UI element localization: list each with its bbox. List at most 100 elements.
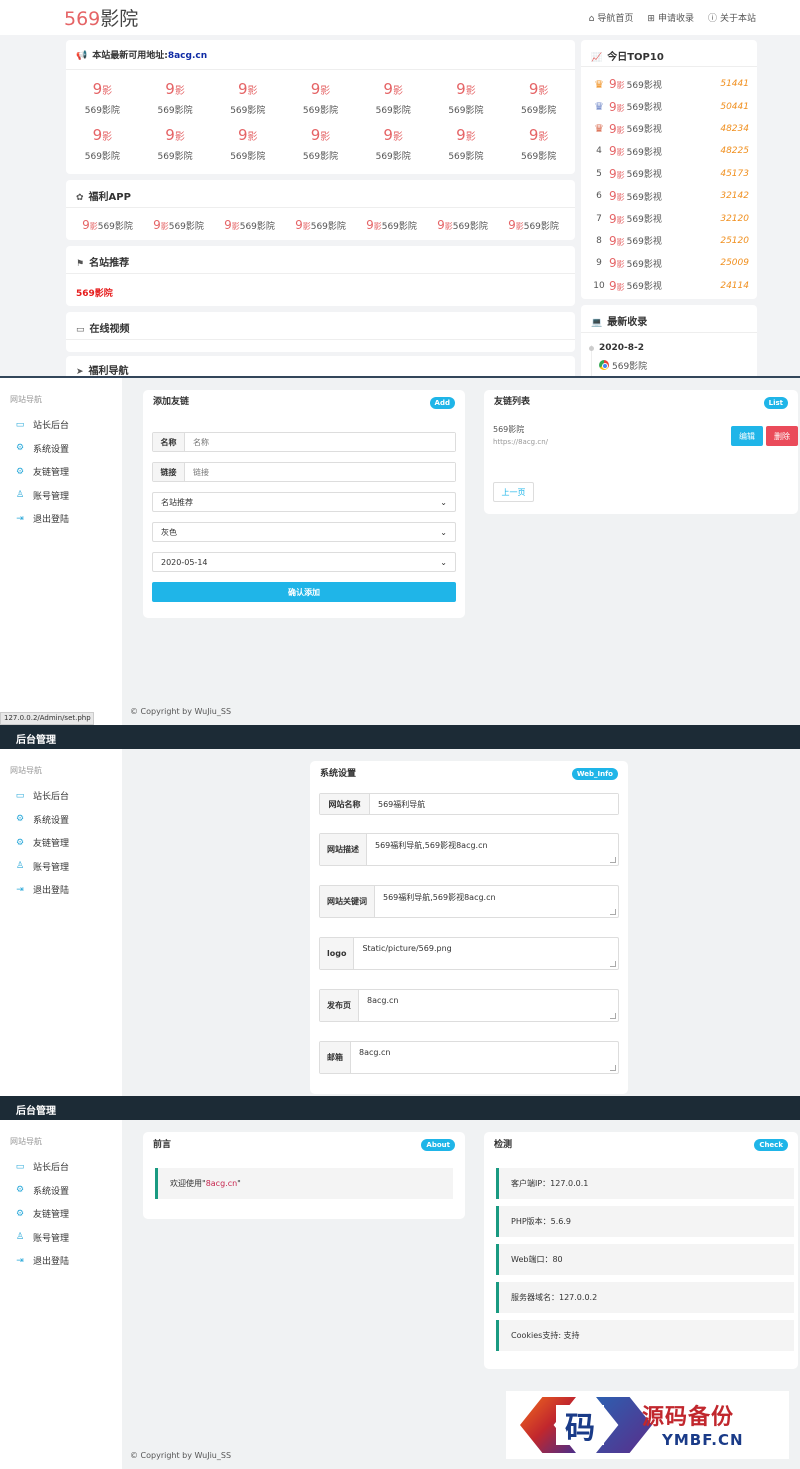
top10-row[interactable]: ♛ 9影 569影视 48234 <box>589 118 749 140</box>
logo-icon-char: 影 <box>89 222 98 231</box>
top10-row[interactable]: 7 9影 569影视 32120 <box>589 207 749 229</box>
sidebar-item-3[interactable]: ♙ 账号管理 <box>0 1226 122 1250</box>
top10-row[interactable]: 9 9影 569影视 25009 <box>589 252 749 274</box>
site-grid-label: 569影院 <box>448 152 484 162</box>
fuli-app-item[interactable]: 9影569影院 <box>295 218 346 232</box>
fuli-app-item[interactable]: 9影569影院 <box>366 218 417 232</box>
top10-row[interactable]: 8 9影 569影视 25120 <box>589 230 749 252</box>
site-logo-icon: 9影 <box>430 126 503 147</box>
sidebar-item-2[interactable]: ⚙ 友链管理 <box>0 831 122 855</box>
sidebar-item-label: 站长后台 <box>33 792 70 803</box>
desc-textarea[interactable]: 569福利导航,569影视8acg.cn <box>367 834 618 865</box>
logo-icon-num: 9 <box>366 218 374 232</box>
top10-row[interactable]: 6 9影 569影视 32142 <box>589 185 749 207</box>
name-input[interactable] <box>185 433 455 451</box>
category-select[interactable]: 名站推荐 ⌄ <box>152 492 456 512</box>
famous-link[interactable]: 569影院 <box>66 274 575 311</box>
top10-rank: 5 <box>596 168 602 179</box>
color-select[interactable]: 灰色 ⌄ <box>152 522 456 542</box>
user-icon: ♙ <box>15 861 25 872</box>
site-grid-label: 569影院 <box>230 152 266 162</box>
sidebar-item-label: 系统设置 <box>33 444 70 455</box>
site-grid-card: 📢 本站最新可用地址:8acg.cn 9影 569影院 9影 569影院 9影 569影院 9… <box>66 40 575 174</box>
sidebar-item-2[interactable]: ⚙ 友链管理 <box>0 460 122 484</box>
site-grid-item[interactable]: 9影 569影院 <box>66 74 139 120</box>
sidebar-item-1[interactable]: ⚙ 系统设置 <box>0 437 122 461</box>
add-link-panel: 添加友链Add 名称 链接 名站推荐⌄ 灰色⌄ 2020-05-14⌄ 确认添加 <box>143 390 465 618</box>
top10-rank: 7 <box>596 213 602 224</box>
top10-count: 24114 <box>720 280 749 291</box>
fuli-app-item[interactable]: 9影569影院 <box>224 218 275 232</box>
site-grid-item[interactable]: 9影 569影院 <box>502 120 575 166</box>
top10-row[interactable]: 4 9影 569影视 48225 <box>589 140 749 162</box>
top10-row[interactable]: ♛ 9影 569影视 51441 <box>589 73 749 95</box>
top10-row[interactable]: 10 9影 569影视 24114 <box>589 275 749 297</box>
site-grid-item[interactable]: 9影 569影院 <box>357 120 430 166</box>
sidebar-item-3[interactable]: ♙ 账号管理 <box>0 855 122 879</box>
site-name-input[interactable] <box>370 794 618 814</box>
site-logo-icon: 9影 <box>502 80 575 101</box>
site-grid-item[interactable]: 9影 569影院 <box>139 74 212 120</box>
notice-link[interactable]: 8acg.cn <box>168 51 207 61</box>
logo-icon-char: 影 <box>538 132 549 143</box>
site-grid-label: 569影院 <box>521 152 557 162</box>
date-select[interactable]: 2020-05-14 ⌄ <box>152 552 456 572</box>
fuli-app-label: 569影院 <box>239 222 275 232</box>
fuli-app-item[interactable]: 9影569影院 <box>508 218 559 232</box>
keywords-textarea[interactable]: 569福利导航,569影视8acg.cn <box>375 886 618 917</box>
fuli-app-item[interactable]: 9影569影院 <box>153 218 204 232</box>
sidebar-item-0[interactable]: ▭ 站长后台 <box>0 413 122 437</box>
sidebar-item-3[interactable]: ♙ 账号管理 <box>0 484 122 508</box>
email-textarea[interactable]: 8acg.cn <box>351 1042 618 1073</box>
site-grid-item[interactable]: 9影 569影院 <box>211 74 284 120</box>
nav-about[interactable]: ⓘ 关于本站 <box>708 11 756 24</box>
nav-apply[interactable]: ⊞ 申请收录 <box>647 11 694 24</box>
sidebar-item-2[interactable]: ⚙ 友链管理 <box>0 1202 122 1226</box>
site-grid-item[interactable]: 9影 569影院 <box>211 120 284 166</box>
link-input[interactable] <box>185 463 455 481</box>
edit-button[interactable]: 编辑 <box>731 426 763 446</box>
sidebar-item-4[interactable]: ⇥ 退出登陆 <box>0 878 122 902</box>
sidebar-item-1[interactable]: ⚙ 系统设置 <box>0 1179 122 1203</box>
site-grid-item[interactable]: 9影 569影院 <box>284 120 357 166</box>
site-grid-item[interactable]: 9影 569影院 <box>66 120 139 166</box>
top10-count: 48225 <box>720 146 749 157</box>
logo-textarea[interactable]: Static/picture/569.png <box>354 938 618 969</box>
site-grid-item[interactable]: 9影 569影院 <box>430 74 503 120</box>
logo-icon-char: 影 <box>373 222 382 231</box>
fuli-app-item[interactable]: 9影569影院 <box>82 218 133 232</box>
top10-name: 569影视 <box>626 259 662 270</box>
publish-textarea[interactable]: 8acg.cn <box>359 990 618 1021</box>
site-grid-item[interactable]: 9影 569影院 <box>357 74 430 120</box>
nav-home[interactable]: ⌂ 导航首页 <box>589 11 634 24</box>
site-grid-item[interactable]: 9影 569影院 <box>284 74 357 120</box>
sidebar-item-4[interactable]: ⇥ 退出登陆 <box>0 1249 122 1273</box>
sidebar-item-4[interactable]: ⇥ 退出登陆 <box>0 507 122 531</box>
logo-icon-num: 9 <box>609 99 617 114</box>
top10-row[interactable]: 5 9影 569影视 45173 <box>589 163 749 185</box>
site-logo[interactable]: 569影院 <box>64 4 138 31</box>
confirm-add-button[interactable]: 确认添加 <box>152 582 456 602</box>
logo-icon-num: 9 <box>82 218 90 232</box>
sidebar-item-0[interactable]: ▭ 站长后台 <box>0 784 122 808</box>
fuli-app-item[interactable]: 9影569影院 <box>437 218 488 232</box>
sidebar-item-0[interactable]: ▭ 站长后台 <box>0 1155 122 1179</box>
top10-row[interactable]: ♛ 9影 569影视 50441 <box>589 95 749 117</box>
list-badge: List <box>763 397 788 409</box>
copyright: © Copyright by WuJiu_SS <box>130 707 232 716</box>
newest-header: 💻 最新收录 <box>581 305 757 333</box>
site-grid-item[interactable]: 9影 569影院 <box>502 74 575 120</box>
fuli-app-label: 569影院 <box>168 222 204 232</box>
delete-button[interactable]: 删除 <box>766 426 798 446</box>
newest-item[interactable]: 569影院 <box>581 353 757 372</box>
site-grid-item[interactable]: 9影 569影院 <box>139 120 212 166</box>
sidebar-item-1[interactable]: ⚙ 系统设置 <box>0 808 122 832</box>
chevron-down-icon: ⌄ <box>440 527 447 537</box>
copyright: © Copyright by WuJiu_SS <box>130 1451 232 1460</box>
site-logo-icon: 9影 <box>82 218 98 232</box>
chevron-down-icon: ⌄ <box>440 497 447 507</box>
logo-icon-num: 9 <box>508 218 516 232</box>
logo-icon-num: 9 <box>456 126 466 144</box>
site-grid-item[interactable]: 9影 569影院 <box>430 120 503 166</box>
prev-page-button[interactable]: 上一页 <box>493 482 534 502</box>
